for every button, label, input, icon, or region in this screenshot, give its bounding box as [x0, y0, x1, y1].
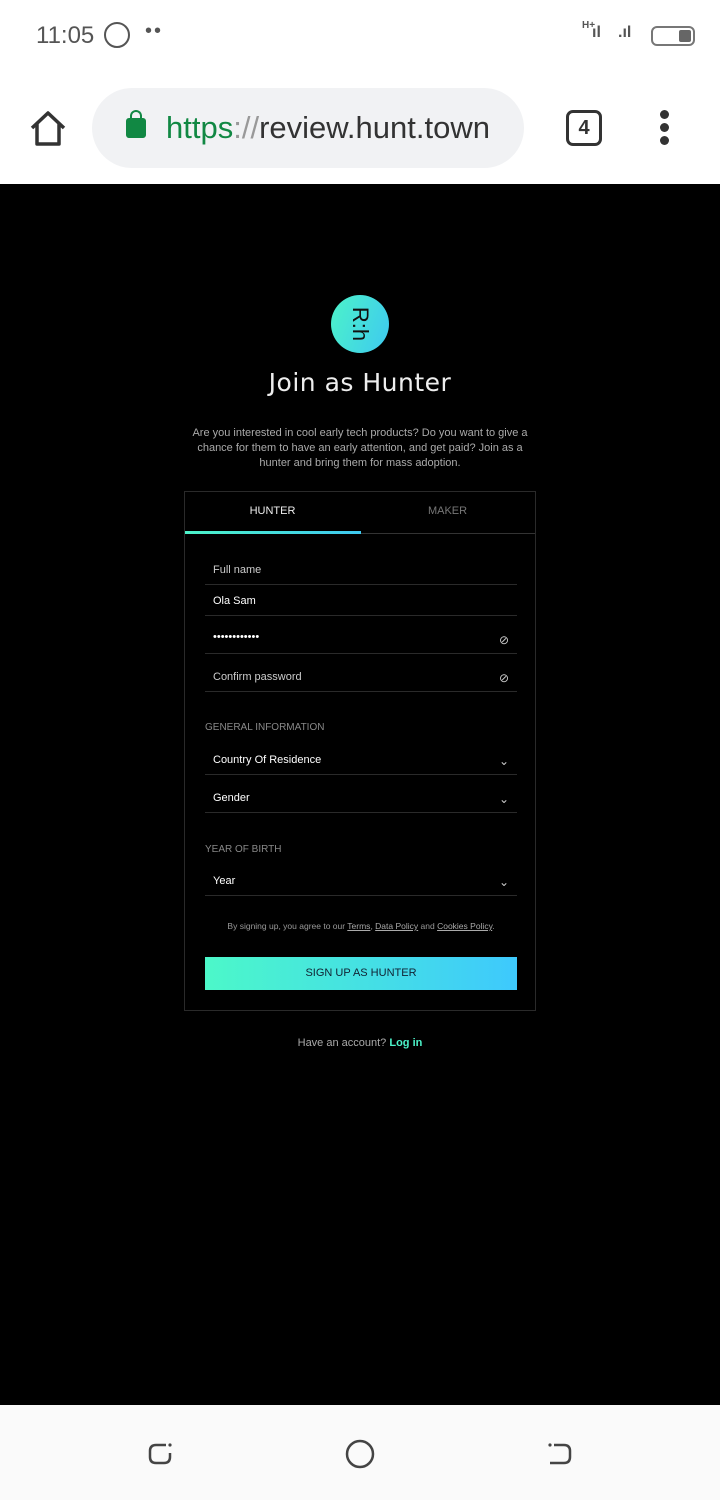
address-bar[interactable]: https://review.hunt.town: [92, 88, 524, 168]
cookies-policy-link[interactable]: Cookies Policy: [437, 921, 492, 931]
chevron-down-icon: ⌄: [498, 875, 509, 889]
gender-select[interactable]: Gender ⌄: [205, 783, 517, 813]
full-name-input[interactable]: Ola Sam: [205, 586, 517, 616]
chevron-down-icon: ⌄: [498, 754, 509, 768]
browser-toolbar: https://review.hunt.town 4: [0, 72, 720, 184]
login-link[interactable]: Log in: [389, 1037, 422, 1049]
battery-icon: [651, 26, 695, 46]
tab-maker[interactable]: MAKER: [360, 492, 535, 533]
eye-off-icon[interactable]: ⊘: [499, 671, 509, 685]
tab-hunter[interactable]: HUNTER: [185, 492, 360, 533]
terms-text: By signing up, you agree to our Terms, D…: [227, 921, 495, 931]
clock: 11:05: [36, 22, 95, 49]
signal-icon: ıl: [592, 24, 601, 41]
password-input[interactable]: •••••••••••• ⊘: [205, 624, 517, 654]
eye-off-icon[interactable]: ⊘: [499, 633, 509, 647]
overflow-menu-icon[interactable]: [654, 110, 674, 150]
more-notifications-icon: ••: [145, 20, 164, 42]
chevron-down-icon: ⌄: [498, 792, 509, 806]
sign-up-button[interactable]: SIGN UP AS HUNTER: [205, 957, 517, 990]
lock-icon[interactable]: [126, 110, 146, 138]
country-select[interactable]: Country Of Residence ⌄: [205, 745, 517, 775]
terms-link[interactable]: Terms: [347, 921, 370, 931]
intro-text: Are you interested in cool early tech pr…: [192, 427, 528, 469]
logo: R:h: [331, 295, 389, 353]
login-prompt: Have an account? Log in: [297, 1037, 423, 1049]
data-policy-link[interactable]: Data Policy: [375, 921, 418, 931]
system-nav-bar: [0, 1405, 720, 1500]
full-name-label: Full name: [205, 555, 517, 585]
recent-apps-icon[interactable]: [146, 1439, 174, 1467]
page-title: Join as Hunter: [268, 368, 452, 397]
url-text[interactable]: https://review.hunt.town: [166, 110, 506, 146]
year-select[interactable]: Year ⌄: [205, 866, 517, 896]
home-icon[interactable]: [28, 108, 68, 148]
active-tab-indicator: [185, 531, 361, 534]
tab-bar: HUNTER MAKER: [185, 492, 535, 534]
home-nav-icon[interactable]: [345, 1439, 375, 1469]
back-icon[interactable]: [546, 1439, 574, 1467]
whatsapp-icon: [104, 22, 130, 48]
confirm-password-input[interactable]: Confirm password ⊘: [205, 662, 517, 692]
signup-card: HUNTER MAKER Full name Ola Sam •••••••••…: [184, 491, 536, 1011]
general-info-heading: GENERAL INFORMATION: [205, 722, 325, 733]
tab-switcher-button[interactable]: 4: [566, 110, 602, 146]
year-of-birth-heading: YEAR OF BIRTH: [205, 844, 282, 855]
status-bar: 11:05 •• H+ ıl .ıl: [0, 0, 720, 72]
signal-icon-2: .ıl: [618, 24, 632, 41]
